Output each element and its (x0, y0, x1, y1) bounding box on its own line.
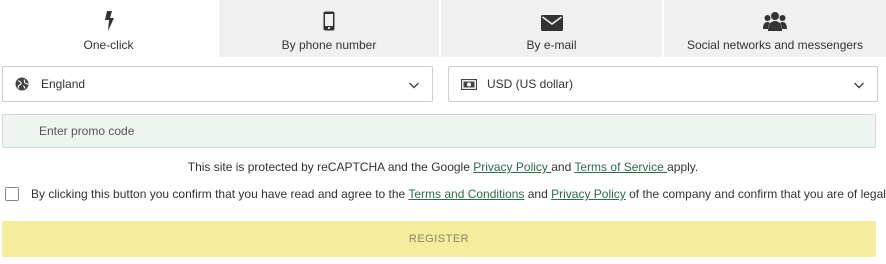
tab-phone-number[interactable]: By phone number (217, 0, 439, 57)
country-value: England (41, 77, 86, 91)
tab-label: By phone number (281, 38, 377, 52)
recaptcha-prefix: This site is protected by reCAPTCHA and … (187, 160, 474, 174)
chevron-down-icon (408, 79, 420, 91)
agreement-prefix: By clicking this button you confirm that… (31, 187, 409, 201)
tab-label: By e-mail (526, 38, 577, 52)
agreement-privacy-policy-link[interactable]: Privacy Policy (551, 187, 626, 201)
recaptcha-middle: and (551, 160, 575, 174)
envelope-icon (540, 7, 563, 31)
terms-and-conditions-link[interactable]: Terms and Conditions (408, 187, 524, 201)
agreement-row: By clicking this button you confirm that… (5, 185, 886, 203)
banknote-icon (461, 77, 477, 91)
registration-tabs: One-click By phone number By e-mail Soci… (0, 0, 886, 57)
tab-label: One-click (83, 38, 134, 52)
agreement-checkbox[interactable] (5, 187, 19, 201)
tab-social-networks[interactable]: Social networks and messengers (662, 0, 886, 57)
agreement-text: By clicking this button you confirm that… (31, 187, 886, 201)
recaptcha-suffix: apply. (667, 160, 699, 174)
currency-select[interactable]: USD (US dollar) (448, 66, 878, 102)
register-button[interactable]: REGISTER (2, 221, 876, 257)
agreement-suffix: of the company and confirm that you are … (625, 187, 886, 201)
promo-code-field (2, 114, 876, 148)
terms-of-service-link[interactable]: Terms of Service (574, 160, 667, 174)
country-select[interactable]: England (2, 66, 433, 102)
currency-value: USD (US dollar) (487, 77, 574, 91)
tab-email[interactable]: By e-mail (439, 0, 662, 57)
tab-label: Social networks and messengers (686, 38, 864, 52)
privacy-policy-link[interactable]: Privacy Policy (473, 160, 551, 174)
lightning-icon (103, 7, 115, 31)
smartphone-icon (323, 7, 335, 31)
recaptcha-notice: This site is protected by reCAPTCHA and … (0, 160, 886, 174)
globe-icon (15, 77, 29, 91)
tab-one-click[interactable]: One-click (0, 0, 217, 57)
agreement-middle: and (524, 187, 552, 201)
chevron-down-icon (853, 79, 865, 91)
promo-code-input[interactable] (3, 115, 875, 147)
users-icon (763, 7, 787, 31)
